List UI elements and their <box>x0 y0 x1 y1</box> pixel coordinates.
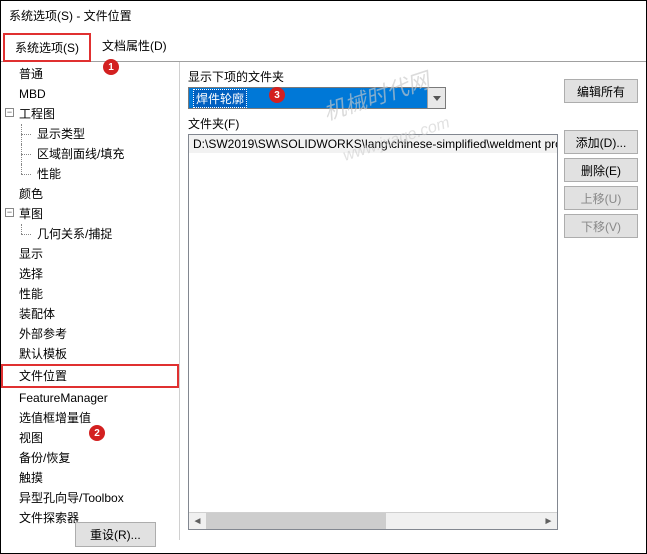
tree-item-19[interactable]: 备份/恢复 <box>1 448 179 468</box>
tree-item-0[interactable]: 普通 <box>1 64 179 84</box>
scroll-left-icon[interactable]: ◄ <box>189 513 206 530</box>
tree-item-10[interactable]: 选择 <box>1 264 179 284</box>
badge-1: 1 <box>103 59 119 75</box>
window-title: 系统选项(S) - 文件位置 <box>1 1 646 30</box>
scroll-thumb[interactable] <box>206 513 386 530</box>
tree-item-3[interactable]: 显示类型 <box>1 124 179 144</box>
reset-area: 重设(R)... <box>75 522 156 547</box>
tree-item-17[interactable]: 选值框增量值 <box>1 408 179 428</box>
folder-type-label: 显示下项的文件夹 <box>188 68 558 85</box>
tree-item-6[interactable]: 颜色 <box>1 184 179 204</box>
add-button[interactable]: 添加(D)... <box>564 130 638 154</box>
tab-doc-properties[interactable]: 文档属性(D) <box>91 32 178 61</box>
tree-item-21[interactable]: 异型孔向导/Toolbox <box>1 488 179 508</box>
category-tree[interactable]: 普通MBD工程图−显示类型区域剖面线/填充性能颜色草图−几何关系/捕捉显示选择性… <box>1 62 180 540</box>
scroll-right-icon[interactable]: ► <box>540 513 557 530</box>
tree-item-13[interactable]: 外部参考 <box>1 324 179 344</box>
tree-expand-icon[interactable]: − <box>5 108 14 117</box>
tree-item-15[interactable]: 文件位置 <box>1 364 179 388</box>
edit-all-button[interactable]: 编辑所有 <box>564 79 638 103</box>
button-column: 编辑所有 添加(D)... 删除(E) 上移(U) 下移(V) <box>564 68 638 548</box>
right-panel: 显示下项的文件夹 焊件轮廓 3 文件夹(F) D:\SW2019\SW\SOLI… <box>180 62 646 554</box>
tree-expand-icon[interactable]: − <box>5 208 14 217</box>
tab-system-options[interactable]: 系统选项(S) <box>3 33 91 62</box>
badge-3: 3 <box>269 87 285 103</box>
tree-item-16[interactable]: FeatureManager <box>1 388 179 408</box>
reset-button[interactable]: 重设(R)... <box>75 522 156 547</box>
tree-item-8[interactable]: 几何关系/捕捉 <box>1 224 179 244</box>
tree-item-5[interactable]: 性能 <box>1 164 179 184</box>
tree-item-12[interactable]: 装配体 <box>1 304 179 324</box>
tree-item-1[interactable]: MBD <box>1 84 179 104</box>
file-path-row[interactable]: D:\SW2019\SW\SOLIDWORKS\lang\chinese-sim… <box>189 135 557 153</box>
delete-button[interactable]: 删除(E) <box>564 158 638 182</box>
tabs-bar: 系统选项(S) 文档属性(D) <box>1 32 646 62</box>
content-area: 普通MBD工程图−显示类型区域剖面线/填充性能颜色草图−几何关系/捕捉显示选择性… <box>1 62 646 554</box>
file-list[interactable]: D:\SW2019\SW\SOLIDWORKS\lang\chinese-sim… <box>188 134 558 530</box>
move-up-button[interactable]: 上移(U) <box>564 186 638 210</box>
chevron-down-icon[interactable] <box>427 88 445 108</box>
combo-selected-text: 焊件轮廓 <box>193 89 247 108</box>
tree-item-11[interactable]: 性能 <box>1 284 179 304</box>
folder-type-combo[interactable]: 焊件轮廓 <box>188 87 446 109</box>
horizontal-scrollbar[interactable]: ◄ ► <box>189 512 557 529</box>
tree-item-7[interactable]: 草图− <box>1 204 179 224</box>
tree-item-9[interactable]: 显示 <box>1 244 179 264</box>
tree-item-20[interactable]: 触摸 <box>1 468 179 488</box>
tree-item-14[interactable]: 默认模板 <box>1 344 179 364</box>
badge-2: 2 <box>89 425 105 441</box>
tree-item-4[interactable]: 区域剖面线/填充 <box>1 144 179 164</box>
tree-item-2[interactable]: 工程图− <box>1 104 179 124</box>
move-down-button[interactable]: 下移(V) <box>564 214 638 238</box>
files-label: 文件夹(F) <box>188 115 558 132</box>
